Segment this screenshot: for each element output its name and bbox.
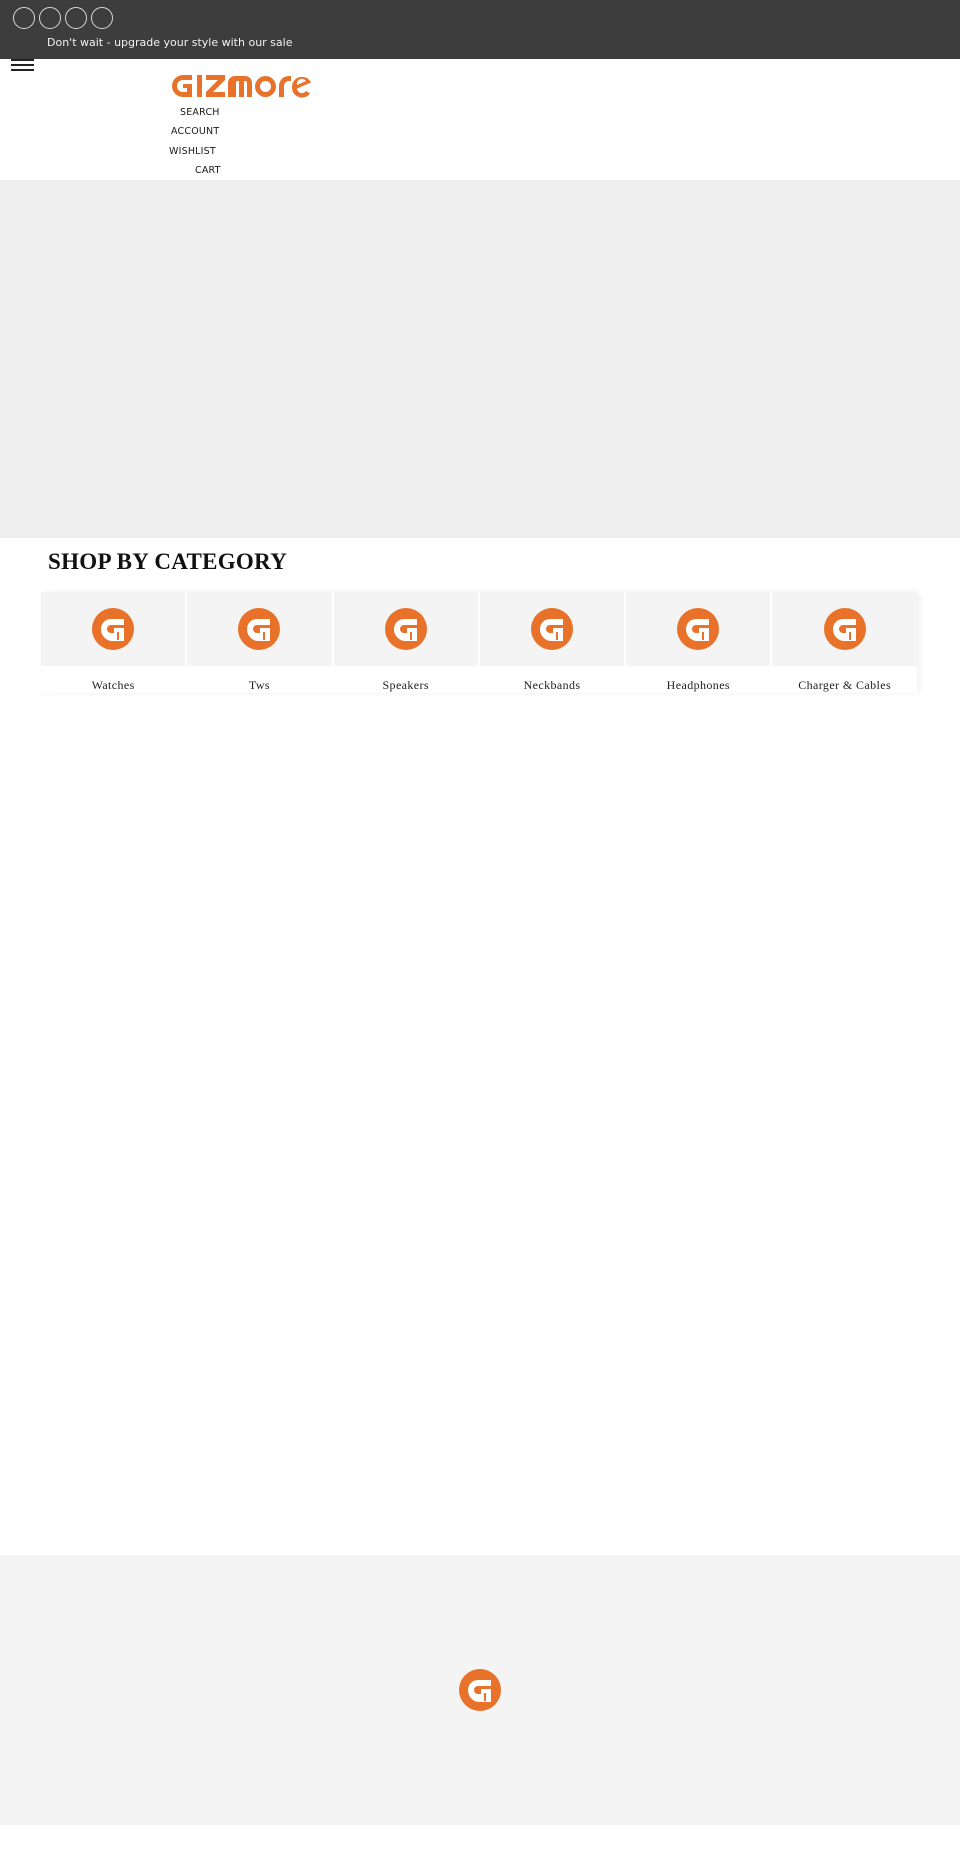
announcement-text: Don't wait - upgrade your style with our… [47, 36, 293, 49]
gizmore-g-logo-icon [677, 608, 720, 650]
category-grid: Watches Tws Speakers Neckbands Headphone… [41, 592, 917, 693]
social-links [13, 7, 113, 29]
nav-wishlist-link[interactable]: WISHLIST [169, 146, 216, 157]
category-image[interactable] [187, 592, 332, 666]
category-card[interactable]: Watches [41, 592, 186, 693]
category-card[interactable]: Speakers [333, 592, 478, 693]
site-header: SEARCH ACCOUNT WISHLIST CART [0, 59, 960, 180]
category-image[interactable] [41, 592, 186, 666]
gizmore-g-logo-icon [384, 608, 427, 650]
category-label[interactable]: Tws [249, 678, 270, 693]
footer-placeholder [0, 1555, 960, 1825]
category-image[interactable] [772, 592, 917, 666]
gizmore-g-logo-icon [92, 608, 135, 650]
category-image[interactable] [479, 592, 625, 666]
category-image[interactable] [333, 592, 478, 666]
category-image[interactable] [626, 592, 771, 666]
gizmore-g-logo-icon [531, 608, 574, 650]
nav-search-link[interactable]: SEARCH [180, 107, 220, 118]
hero-banner[interactable] [0, 180, 960, 538]
site-logo[interactable] [170, 73, 311, 104]
social-circle-icon[interactable] [39, 7, 61, 29]
category-label[interactable]: Charger & Cables [798, 678, 891, 693]
category-label[interactable]: Watches [92, 678, 135, 693]
social-circle-icon[interactable] [13, 7, 35, 29]
category-card[interactable]: Tws [187, 592, 332, 693]
hamburger-menu-icon[interactable] [11, 59, 34, 73]
category-card[interactable]: Charger & Cables [772, 592, 917, 693]
gizmore-g-logo-icon [823, 608, 866, 650]
announcement-bar: Don't wait - upgrade your style with our… [0, 0, 960, 59]
category-card[interactable]: Headphones [626, 592, 771, 693]
nav-cart-link[interactable]: CART [195, 165, 221, 176]
gizmore-g-logo-icon [238, 608, 281, 650]
section-title-shop-by-category: SHOP BY CATEGORY [48, 549, 288, 574]
social-circle-icon[interactable] [65, 7, 87, 29]
category-label[interactable]: Headphones [667, 678, 730, 693]
category-label[interactable]: Speakers [382, 678, 429, 693]
gizmore-wordmark-icon [172, 75, 311, 98]
category-card[interactable]: Neckbands [479, 592, 625, 693]
social-circle-icon[interactable] [91, 7, 113, 29]
nav-account-link[interactable]: ACCOUNT [171, 126, 219, 137]
category-label[interactable]: Neckbands [524, 678, 581, 693]
gizmore-g-logo-icon [459, 1669, 501, 1711]
